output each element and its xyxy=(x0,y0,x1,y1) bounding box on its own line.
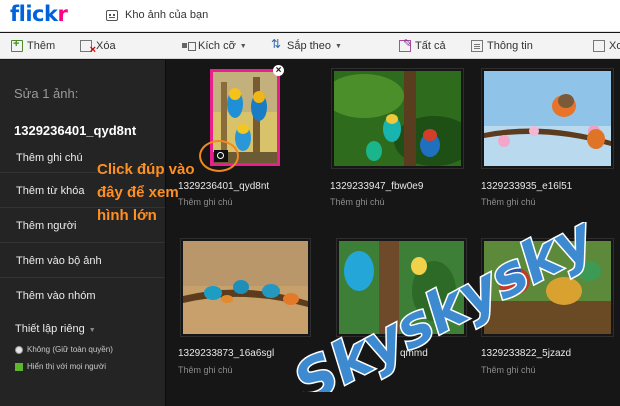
annotation-circle xyxy=(199,140,239,172)
photo-name: 1329236401_qyd8nt xyxy=(14,123,137,138)
watermark: Skyskysky xyxy=(282,222,602,392)
sort-dropdown[interactable]: Sắp theo▼ xyxy=(271,37,342,54)
photo-note-link[interactable]: Thêm ghi chú xyxy=(481,197,536,207)
sidebar-item-add-to-set[interactable]: Thêm vào bộ ảnh xyxy=(0,242,165,278)
photo-note-link[interactable]: Thêm ghi chú xyxy=(330,197,385,207)
photo-title[interactable]: 1329236401_qyd8nt xyxy=(178,181,269,192)
add-button[interactable]: Thêm xyxy=(11,38,55,54)
info-icon xyxy=(471,40,483,52)
chevron-down-icon: ▼ xyxy=(335,42,342,50)
watermark-text: Skyskysky xyxy=(284,222,602,392)
sort-icon xyxy=(271,37,283,52)
chevron-down-icon: ▼ xyxy=(88,327,96,334)
privacy-option-private[interactable]: Không (Giữ toàn quyền) xyxy=(15,345,113,354)
photo-note-link[interactable]: Thêm ghi chú xyxy=(178,365,233,375)
robins-photo xyxy=(484,71,611,166)
annotation-text: Click đúp vào đây để xem hình lớn xyxy=(97,161,195,224)
size-dropdown[interactable]: Kích cỡ ▼ xyxy=(182,38,247,54)
top-header: flickr Kho ảnh của bạn xyxy=(0,0,620,32)
photo-title[interactable]: 1329233947_fbw0e9 xyxy=(330,181,423,192)
delete-icon xyxy=(80,40,96,56)
info-button[interactable]: Thông tin xyxy=(471,38,533,54)
sidebar-heading: Sửa 1 ảnh: xyxy=(14,86,79,101)
page-title: Kho ảnh của bạn xyxy=(125,9,209,21)
edit-all-button[interactable]: Tất cả xyxy=(399,37,446,54)
photo-tile[interactable] xyxy=(331,68,464,169)
toolbar: Thêm Xóa Kích cỡ▼ Sắp theo▼ Tất cả Thông… xyxy=(0,33,620,59)
delete-button[interactable]: Xóa xyxy=(80,38,116,56)
privacy-dropdown[interactable]: Thiết lập riêng ▼ xyxy=(15,323,96,335)
edit-sidebar: Sửa 1 ảnh: 1329236401_qyd8nt Thêm ghi ch… xyxy=(0,60,166,406)
organizer-icon xyxy=(106,10,118,21)
edit-icon xyxy=(399,37,412,52)
close-icon[interactable]: × xyxy=(273,65,284,76)
privacy-option-public[interactable]: Hiển thị với mọi người xyxy=(15,362,106,371)
size-icon xyxy=(182,40,196,52)
sidebar-item-add-to-group[interactable]: Thêm vào nhóm xyxy=(0,277,165,313)
photo-tile[interactable] xyxy=(481,68,614,169)
close-button[interactable]: Xo xyxy=(593,38,620,54)
add-icon xyxy=(11,38,23,52)
photo-title[interactable]: 1329233935_e16l51 xyxy=(481,181,572,192)
flickr-logo[interactable]: flickr xyxy=(10,2,68,26)
checkbox-icon xyxy=(15,362,23,371)
chevron-down-icon: ▼ xyxy=(239,42,247,50)
radio-icon xyxy=(15,345,23,354)
bee-eaters-photo xyxy=(334,71,461,166)
close-icon xyxy=(593,40,605,52)
photo-title[interactable]: 1329233873_16a6sgl xyxy=(178,348,274,359)
